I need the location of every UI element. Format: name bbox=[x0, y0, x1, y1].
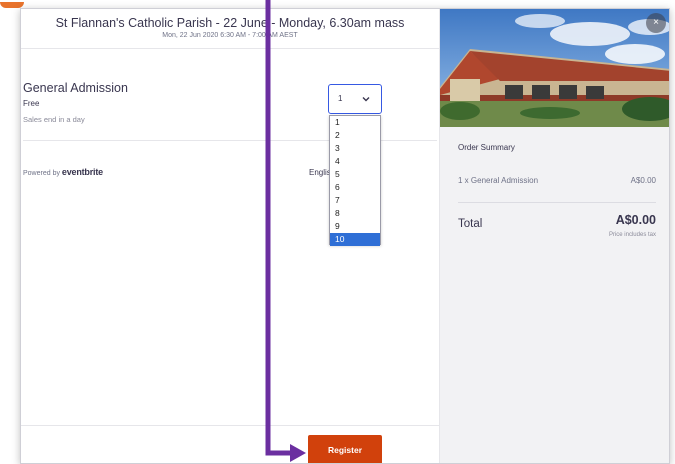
summary-line-label: 1 x General Admission bbox=[458, 176, 539, 185]
summary-total: Total A$0.00 bbox=[458, 213, 656, 230]
quantity-option[interactable]: 7 bbox=[330, 194, 380, 207]
ticket-price: Free bbox=[23, 99, 40, 108]
powered-by-label: Powered by bbox=[23, 170, 60, 177]
event-title: St Flannan's Catholic Parish - 22 June -… bbox=[55, 16, 405, 30]
summary-line-item: 1 x General Admission A$0.00 bbox=[458, 176, 656, 188]
register-button[interactable]: Register bbox=[308, 435, 382, 463]
event-date: Mon, 22 Jun 2020 6:30 AM - 7:00 AM AEST bbox=[162, 32, 298, 39]
quantity-dropdown-list: 1 2 3 4 5 6 7 8 9 10 bbox=[329, 115, 381, 246]
checkout-modal: St Flannan's Catholic Parish - 22 June -… bbox=[20, 8, 670, 464]
quantity-option[interactable]: 5 bbox=[330, 168, 380, 181]
total-label: Total bbox=[458, 218, 483, 230]
quantity-option[interactable]: 1 bbox=[330, 116, 380, 129]
checkout-left-pane: St Flannan's Catholic Parish - 22 June -… bbox=[21, 9, 439, 463]
tax-note: Price includes tax bbox=[608, 232, 656, 238]
eventbrite-logo: eventbrite bbox=[61, 167, 103, 177]
event-photo bbox=[440, 9, 669, 127]
screenshot-frame: St Flannan's Catholic Parish - 22 June -… bbox=[0, 0, 675, 464]
quantity-option[interactable]: 9 bbox=[330, 220, 380, 233]
close-icon[interactable]: × bbox=[646, 13, 666, 33]
total-amount: A$0.00 bbox=[615, 213, 656, 227]
ticket-name: General Admission bbox=[23, 81, 128, 95]
quantity-option[interactable]: 4 bbox=[330, 155, 380, 168]
ticket-info: General Admission Free Sales end in a da… bbox=[23, 81, 128, 124]
powered-by: Powered by eventbrite bbox=[23, 167, 103, 177]
quantity-option[interactable]: 8 bbox=[330, 207, 380, 220]
quantity-option[interactable]: 2 bbox=[330, 129, 380, 142]
summary-line-amount: A$0.00 bbox=[630, 176, 656, 185]
quantity-option[interactable]: 6 bbox=[330, 181, 380, 194]
quantity-option[interactable]: 3 bbox=[330, 142, 380, 155]
quantity-select[interactable]: 1 bbox=[328, 84, 382, 114]
order-summary: Order Summary 1 x General Admission A$0.… bbox=[458, 143, 656, 238]
summary-divider bbox=[458, 202, 656, 203]
quantity-select-value: 1 bbox=[338, 94, 343, 103]
church-building-image bbox=[440, 9, 669, 127]
event-header: St Flannan's Catholic Parish - 22 June -… bbox=[21, 9, 439, 49]
ticket-sales-note: Sales end in a day bbox=[23, 115, 85, 124]
order-summary-pane: × Order Summary 1 x General Admission A$… bbox=[439, 9, 669, 463]
order-summary-title: Order Summary bbox=[458, 143, 515, 152]
chevron-down-icon bbox=[362, 97, 370, 102]
quantity-option[interactable]: 10 bbox=[330, 233, 380, 246]
